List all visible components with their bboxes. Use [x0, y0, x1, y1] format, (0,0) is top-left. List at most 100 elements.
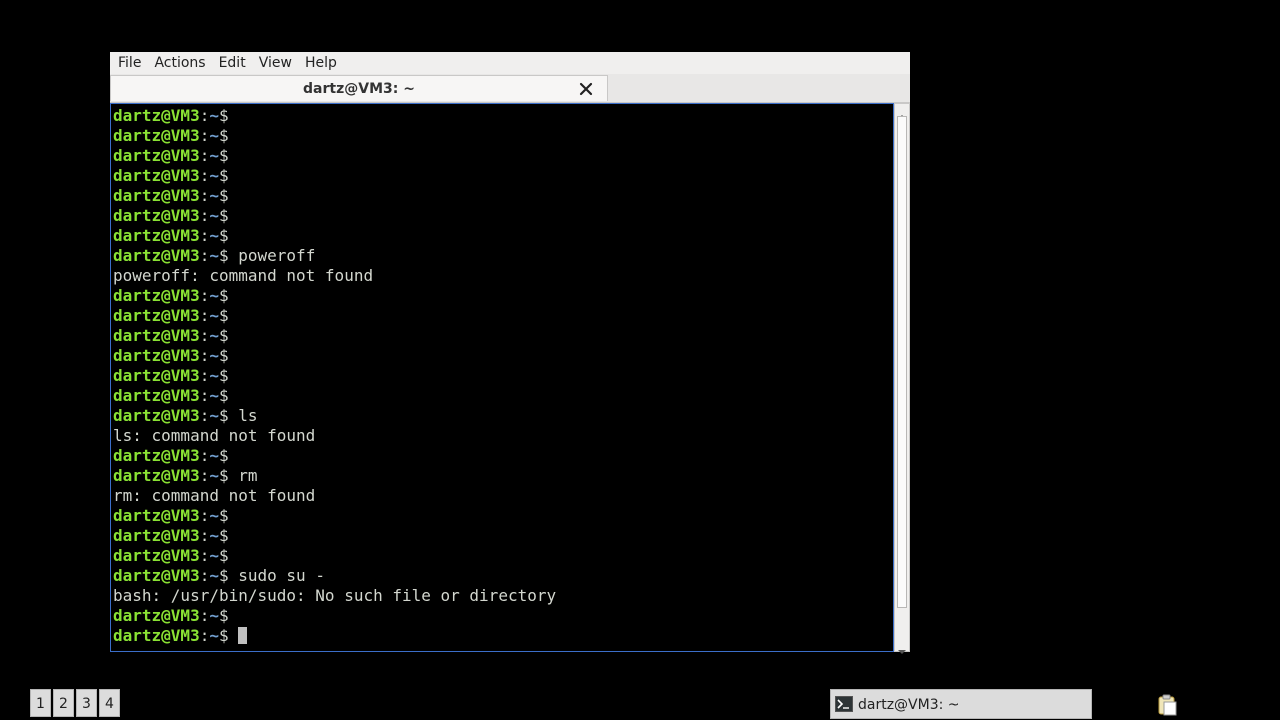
prompt-line: dartz@VM3:~$: [113, 446, 556, 466]
prompt-line: dartz@VM3:~$: [113, 386, 556, 406]
tab-terminal[interactable]: dartz@VM3: ~: [110, 75, 608, 101]
prompt-dir: ~: [209, 166, 219, 185]
prompt-sign: $: [218, 306, 229, 325]
prompt-user: dartz@VM3: [113, 386, 200, 405]
prompt-separator: :: [199, 366, 210, 385]
output-line: poweroff: command not found: [113, 266, 556, 286]
prompt-line: dartz@VM3:~$: [113, 166, 556, 186]
workspace-1-button[interactable]: 1: [30, 689, 51, 717]
command-text: ls: [228, 406, 258, 425]
prompt-sign: $: [218, 206, 229, 225]
prompt-user: dartz@VM3: [113, 226, 200, 245]
prompt-sign: $: [218, 406, 229, 425]
terminal-lines: dartz@VM3:~$ dartz@VM3:~$ dartz@VM3:~$ dart…: [113, 106, 556, 646]
menu-file[interactable]: File: [113, 52, 146, 74]
prompt-user: dartz@VM3: [113, 366, 200, 385]
prompt-user: dartz@VM3: [113, 206, 200, 225]
scrollbar-thumb[interactable]: [897, 116, 907, 608]
prompt-line: dartz@VM3:~$: [113, 346, 556, 366]
prompt-dir: ~: [209, 406, 219, 425]
prompt-user: dartz@VM3: [113, 506, 200, 525]
clipboard-icon[interactable]: [1156, 694, 1178, 716]
prompt-separator: :: [199, 206, 210, 225]
prompt-line: dartz@VM3:~$: [113, 546, 556, 566]
prompt-dir: ~: [209, 626, 219, 645]
output-text: rm: command not found: [113, 486, 316, 505]
output-line: bash: /usr/bin/sudo: No such file or dir…: [113, 586, 556, 606]
prompt-dir: ~: [209, 306, 219, 325]
prompt-sign: $: [218, 186, 229, 205]
prompt-line: dartz@VM3:~$: [113, 626, 556, 646]
prompt-dir: ~: [209, 526, 219, 545]
prompt-dir: ~: [209, 146, 219, 165]
prompt-sign: $: [218, 246, 229, 265]
prompt-line: dartz@VM3:~$ poweroff: [113, 246, 556, 266]
text-cursor: [238, 627, 248, 644]
prompt-line: dartz@VM3:~$: [113, 206, 556, 226]
prompt-separator: :: [199, 306, 210, 325]
prompt-user: dartz@VM3: [113, 566, 200, 585]
prompt-dir: ~: [209, 206, 219, 225]
output-text: poweroff: command not found: [113, 266, 374, 285]
terminal-output[interactable]: dartz@VM3:~$ dartz@VM3:~$ dartz@VM3:~$ dart…: [110, 103, 894, 652]
menu-actions[interactable]: Actions: [149, 52, 210, 74]
prompt-dir: ~: [209, 186, 219, 205]
prompt-separator: :: [199, 406, 210, 425]
prompt-dir: ~: [209, 386, 219, 405]
prompt-sign: $: [218, 566, 229, 585]
tab-bar: dartz@VM3: ~: [110, 74, 910, 103]
prompt-sign: $: [218, 526, 229, 545]
prompt-dir: ~: [209, 106, 219, 125]
tab-title: dartz@VM3: ~: [303, 81, 415, 97]
prompt-dir: ~: [209, 346, 219, 365]
prompt-line: dartz@VM3:~$: [113, 286, 556, 306]
prompt-user: dartz@VM3: [113, 166, 200, 185]
prompt-dir: ~: [209, 606, 219, 625]
prompt-separator: :: [199, 626, 210, 645]
close-icon[interactable]: [577, 80, 595, 98]
prompt-separator: :: [199, 106, 210, 125]
prompt-line: dartz@VM3:~$: [113, 106, 556, 126]
prompt-separator: :: [199, 466, 210, 485]
prompt-separator: :: [199, 246, 210, 265]
prompt-sign: $: [218, 346, 229, 365]
prompt-separator: :: [199, 606, 210, 625]
menu-view[interactable]: View: [254, 52, 297, 74]
prompt-separator: :: [199, 226, 210, 245]
workspace-3-button[interactable]: 3: [76, 689, 97, 717]
prompt-sign: $: [218, 166, 229, 185]
prompt-sign: $: [218, 386, 229, 405]
prompt-line: dartz@VM3:~$: [113, 226, 556, 246]
taskbar-task-label: dartz@VM3: ~: [858, 697, 960, 713]
prompt-dir: ~: [209, 566, 219, 585]
prompt-dir: ~: [209, 226, 219, 245]
prompt-line: dartz@VM3:~$ sudo su -: [113, 566, 556, 586]
scroll-down-icon[interactable]: [898, 641, 906, 654]
scroll-up-icon[interactable]: [898, 106, 906, 119]
menu-edit[interactable]: Edit: [214, 52, 251, 74]
prompt-line: dartz@VM3:~$ rm: [113, 466, 556, 486]
prompt-separator: :: [199, 506, 210, 525]
menu-help[interactable]: Help: [300, 52, 342, 74]
prompt-separator: :: [199, 286, 210, 305]
scrollbar[interactable]: [894, 103, 910, 654]
terminal-window: File Actions Edit View Help dartz@VM3: ~…: [110, 52, 910, 654]
prompt-line: dartz@VM3:~$: [113, 146, 556, 166]
workspace-4-button[interactable]: 4: [99, 689, 120, 717]
prompt-separator: :: [199, 546, 210, 565]
prompt-line: dartz@VM3:~$ ls: [113, 406, 556, 426]
prompt-line: dartz@VM3:~$: [113, 126, 556, 146]
prompt-sign: $: [218, 626, 229, 645]
prompt-separator: :: [199, 446, 210, 465]
taskbar-terminal-button[interactable]: dartz@VM3: ~: [830, 689, 1092, 719]
terminal-icon: [835, 696, 853, 712]
prompt-separator: :: [199, 526, 210, 545]
prompt-dir: ~: [209, 326, 219, 345]
prompt-sign: $: [218, 226, 229, 245]
prompt-sign: $: [218, 506, 229, 525]
workspace-2-button[interactable]: 2: [53, 689, 74, 717]
prompt-separator: :: [199, 346, 210, 365]
prompt-line: dartz@VM3:~$: [113, 326, 556, 346]
prompt-user: dartz@VM3: [113, 326, 200, 345]
prompt-line: dartz@VM3:~$: [113, 306, 556, 326]
